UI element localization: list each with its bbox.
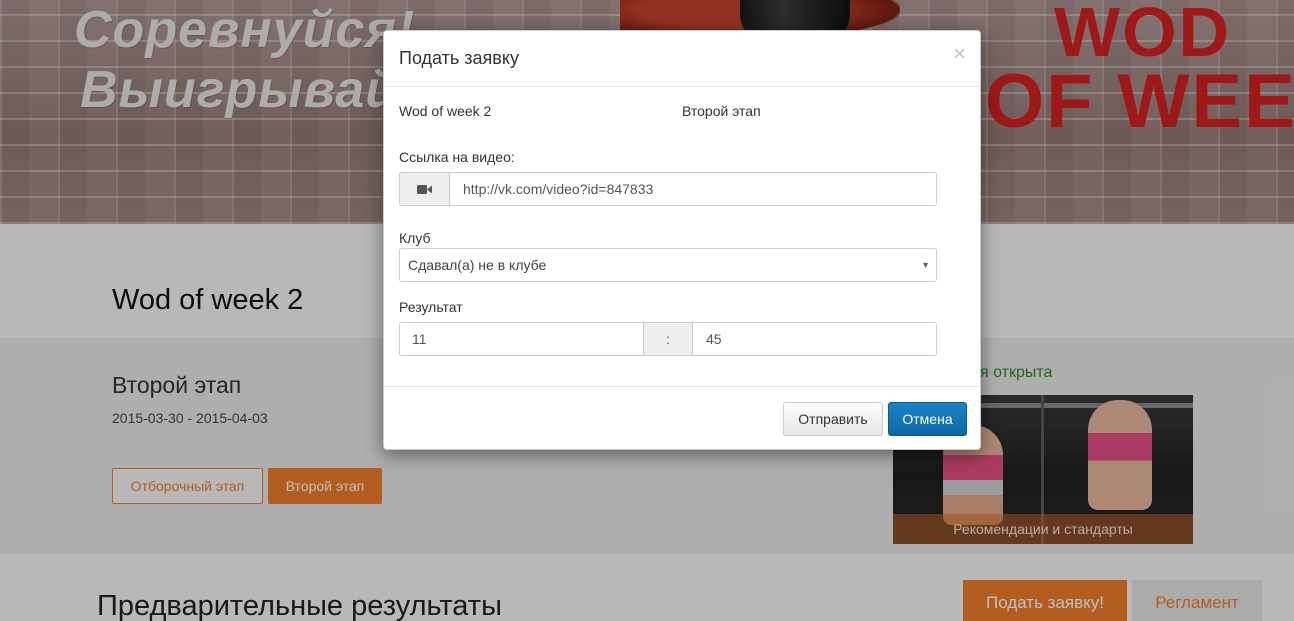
chevron-down-icon: ▼ [921,260,930,270]
video-link-label: Ссылка на видео: [399,149,515,165]
result-seconds-input[interactable] [694,323,936,355]
video-camera-icon [417,185,432,194]
club-label: Клуб [399,230,431,246]
submit-button[interactable]: Отправить [783,402,883,436]
video-addon [400,173,450,205]
result-label: Результат [399,299,463,315]
cancel-button[interactable]: Отмена [888,402,967,436]
result-separator: : [643,323,693,355]
close-icon[interactable]: × [953,43,966,65]
result-minutes-input[interactable] [400,323,643,355]
video-link-input[interactable] [451,173,936,205]
modal-footer: Отправить Отмена [384,386,980,450]
club-selected-value: Сдавал(а) не в клубе [408,257,547,273]
modal-stage-name: Второй этап [682,103,761,119]
result-group: : [399,322,937,356]
video-link-group [399,172,937,206]
modal-wod-name: Wod of week 2 [399,103,492,119]
modal-header: Подать заявку × [384,31,980,87]
modal-title: Подать заявку [399,48,519,68]
club-select[interactable]: Сдавал(а) не в клубе ▼ [399,248,937,282]
apply-modal: Подать заявку × Wod of week 2 Второй эта… [383,30,981,450]
